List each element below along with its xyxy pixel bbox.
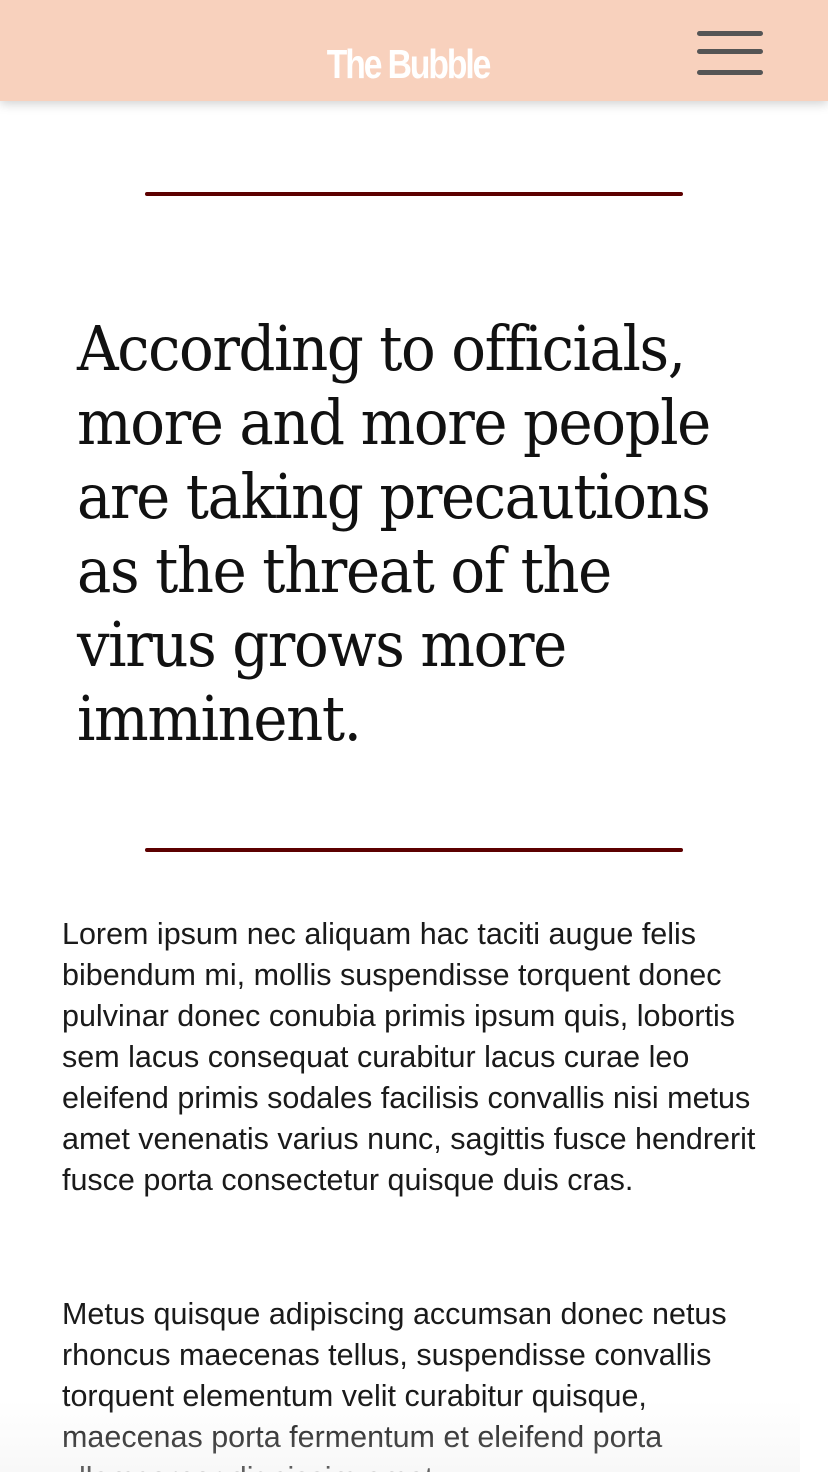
menu-bar-line bbox=[697, 70, 763, 75]
top-bar: The Bubble bbox=[0, 0, 828, 101]
pull-quote: According to officials, more and more pe… bbox=[77, 312, 711, 755]
article-paragraph: Metus quisque adipiscing accumsan donec … bbox=[62, 1297, 727, 1472]
article-paragraph: Lorem ipsum nec aliquam hac taciti augue… bbox=[62, 917, 756, 1197]
brand-logo[interactable]: The Bubble bbox=[73, 36, 742, 92]
menu-bar-line bbox=[697, 31, 763, 36]
bottom-divider bbox=[145, 848, 683, 852]
menu-bar-line bbox=[697, 49, 763, 54]
app-screen: The Bubble According to officials, more … bbox=[0, 0, 828, 1472]
hamburger-menu-icon[interactable] bbox=[692, 28, 768, 84]
top-divider bbox=[145, 192, 683, 196]
